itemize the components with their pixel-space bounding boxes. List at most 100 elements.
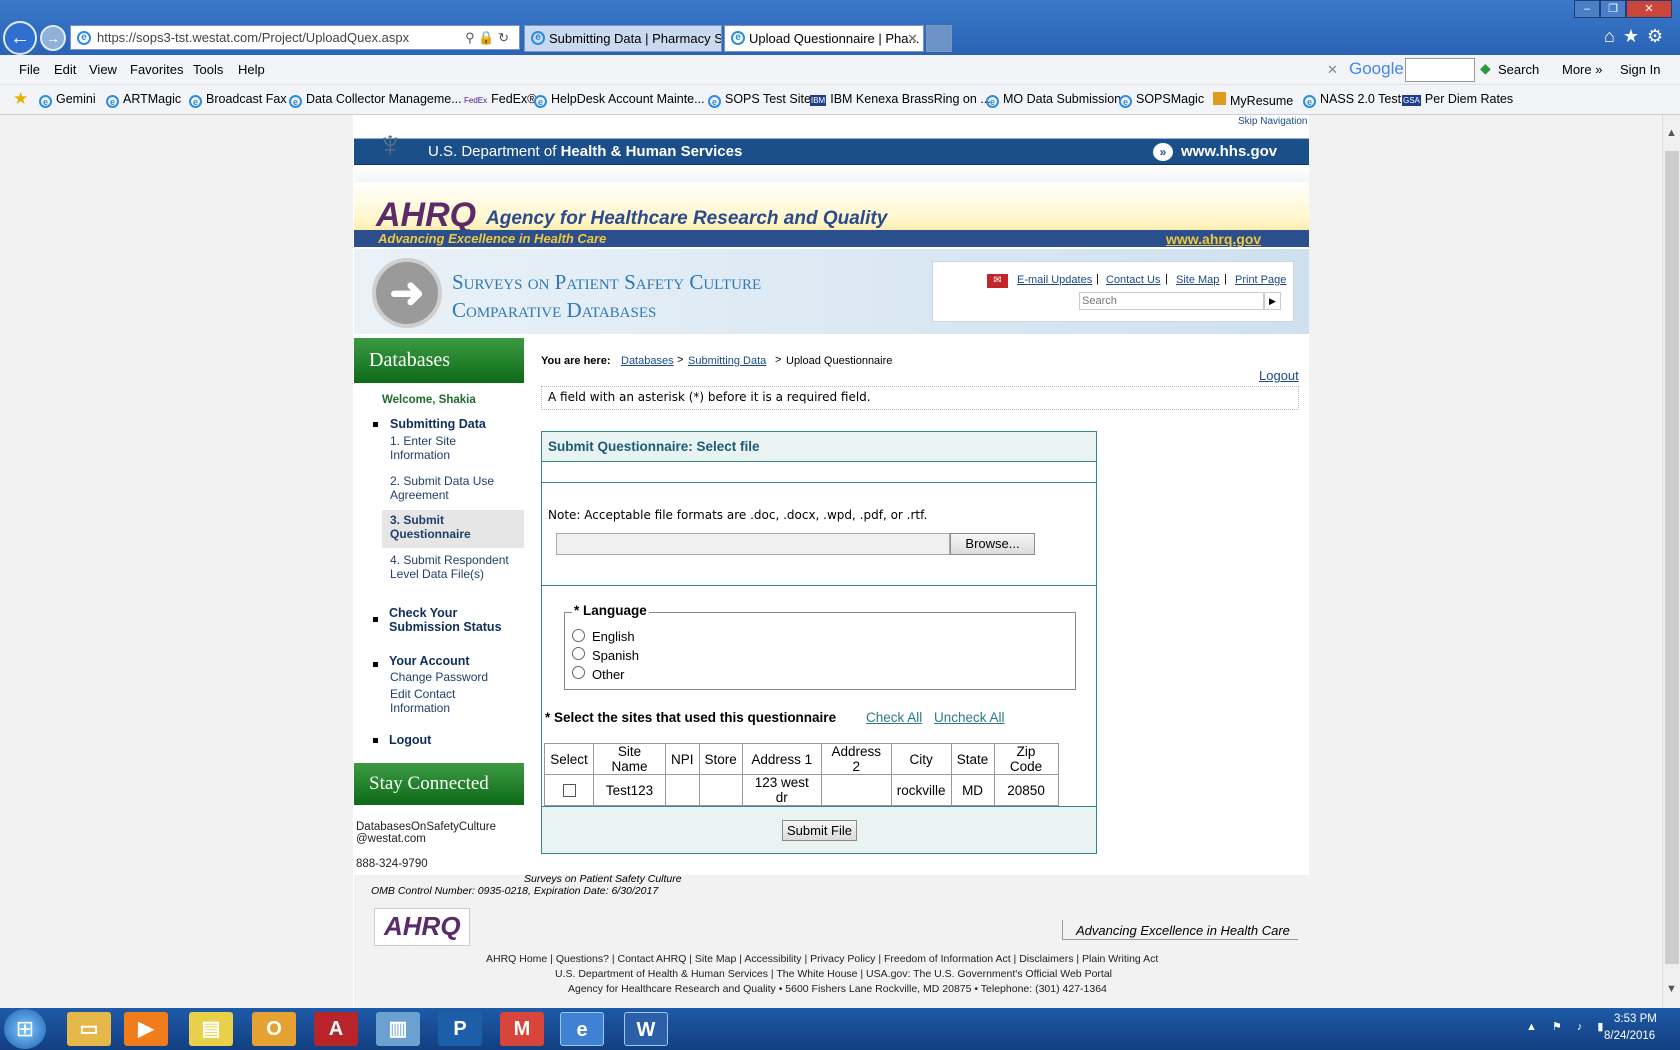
fedex-icon: FedEx <box>464 96 488 105</box>
fav-data-collector[interactable]: e Data Collector Manageme... <box>289 92 462 108</box>
sites-label: * Select the sites that used this questi… <box>545 710 837 725</box>
fav-sops-test-site[interactable]: e SOPS Test Site <box>708 92 811 108</box>
sidebar-your-account[interactable]: Your Account <box>389 654 470 668</box>
new-tab-button[interactable] <box>926 25 952 52</box>
contact-email-line2[interactable]: @westat.com <box>356 833 426 845</box>
sidebar-step-1[interactable]: 1. Enter Site Information <box>390 434 500 462</box>
fav-per-diem[interactable]: GSA Per Diem Rates <box>1402 92 1513 106</box>
fav-mo-data-submission[interactable]: e MO Data Submission <box>986 92 1121 108</box>
google-search-input[interactable] <box>1405 58 1475 82</box>
fav-broadcast-fax[interactable]: e Broadcast Fax <box>189 92 287 108</box>
acrobat-icon[interactable]: A <box>314 1012 358 1046</box>
fav-gemini[interactable]: e Gemini <box>39 92 96 108</box>
fav-nass[interactable]: e NASS 2.0 Test <box>1303 92 1401 108</box>
fav-myresume[interactable]: MyResume <box>1213 92 1293 108</box>
tab-upload-questionnaire[interactable]: e Upload Questionnaire | Pha... ✕ <box>724 25 924 52</box>
sidebar-step-2[interactable]: 2. Submit Data Use Agreement <box>390 474 500 502</box>
skip-navigation-link[interactable]: Skip Navigation <box>1238 116 1307 127</box>
contact-email-line1[interactable]: DatabasesOnSafetyCulture <box>356 821 496 833</box>
breadcrumb-submitting-data[interactable]: Submitting Data <box>688 355 766 367</box>
fav-sopsmagic[interactable]: e SOPSMagic <box>1119 92 1204 108</box>
publisher-icon[interactable]: P <box>438 1012 482 1046</box>
close-tab-icon[interactable]: ✕ <box>907 26 918 51</box>
ie-icon: e <box>189 95 202 108</box>
site-map-link[interactable]: Site Map <box>1176 274 1219 286</box>
browse-button[interactable]: Browse... <box>950 533 1035 555</box>
media-player-icon[interactable]: ▶ <box>124 1012 168 1046</box>
breadcrumb-databases[interactable]: Databases <box>621 355 674 367</box>
sidebar-step-4[interactable]: 4. Submit Respondent Level Data File(s) <box>390 553 520 581</box>
fav-artmagic[interactable]: e ARTMagic <box>106 92 181 108</box>
scroll-up-icon[interactable]: ▲ <box>1666 127 1677 139</box>
google-search-button[interactable]: Search <box>1498 62 1539 77</box>
file-explorer-icon[interactable]: ▭ <box>67 1012 111 1046</box>
ahrq-tagline: Advancing Excellence in Health Care <box>378 231 607 246</box>
print-page-link[interactable]: Print Page <box>1235 274 1286 286</box>
fav-helpdesk[interactable]: e HelpDesk Account Mainte... <box>534 92 705 108</box>
menu-tools[interactable]: Tools <box>193 62 223 77</box>
fav-label: MO Data Submission <box>1003 92 1122 106</box>
minimize-button[interactable]: – <box>1574 0 1600 18</box>
clock-time[interactable]: 3:53 PM <box>1614 1013 1657 1025</box>
menu-help[interactable]: Help <box>238 62 265 77</box>
radio-label-english: English <box>592 629 635 644</box>
scroll-thumb[interactable] <box>1665 151 1679 964</box>
clock-date[interactable]: 8/24/2016 <box>1604 1030 1655 1042</box>
footer-links-2[interactable]: U.S. Department of Health & Human Servic… <box>555 968 1112 980</box>
start-button[interactable]: ⊞ <box>4 1009 46 1049</box>
favorites-star-icon[interactable]: ★ <box>13 89 28 109</box>
forward-button[interactable]: → <box>40 25 66 51</box>
check-all-link[interactable]: Check All <box>866 710 922 725</box>
tab-submitting-data[interactable]: e Submitting Data | Pharmacy S... <box>524 25 722 52</box>
fav-ibm-kenexa[interactable]: IBM IBM Kenexa BrassRing on ... <box>810 92 991 106</box>
uncheck-all-link[interactable]: Uncheck All <box>934 710 1005 725</box>
home-star-gear-icons[interactable]: ⌂★⚙ <box>1604 26 1671 47</box>
logout-link[interactable]: Logout <box>1259 368 1299 383</box>
sticky-notes-icon[interactable]: ▤ <box>189 1012 233 1046</box>
hhs-url-link[interactable]: www.hhs.gov <box>1181 143 1277 160</box>
outlook-icon[interactable]: O <box>252 1012 296 1046</box>
maximize-button[interactable]: ❐ <box>1600 0 1626 18</box>
radio-other[interactable] <box>572 666 585 679</box>
panel-title: Submit Questionnaire: Select file <box>548 439 760 454</box>
fav-label: IBM Kenexa BrassRing on ... <box>830 92 991 106</box>
radio-spanish[interactable] <box>572 647 585 660</box>
file-path-input[interactable] <box>556 533 950 555</box>
radio-english[interactable] <box>572 629 585 642</box>
site-checkbox[interactable] <box>562 784 576 798</box>
notepad-icon[interactable]: ▥ <box>376 1012 420 1046</box>
menu-view[interactable]: View <box>89 62 117 77</box>
more-button[interactable]: More » <box>1562 62 1602 77</box>
address-bar[interactable]: e https://sops3-tst.westat.com/Project/U… <box>70 25 520 50</box>
contact-us-link[interactable]: Contact Us <box>1106 274 1160 286</box>
site-search-input[interactable] <box>1079 292 1264 310</box>
footer-links-1[interactable]: AHRQ Home | Questions? | Contact AHRQ | … <box>486 953 1158 965</box>
sidebar-change-password[interactable]: Change Password <box>390 670 488 684</box>
search-lock-refresh-icons[interactable]: ⚲ 🔒 ↻ <box>465 26 509 49</box>
close-window-button[interactable]: ✕ <box>1626 0 1672 18</box>
sign-in-button[interactable]: Sign In <box>1620 62 1660 77</box>
cell-zip: 20850 <box>993 774 1059 806</box>
close-toolbar-icon[interactable]: ✕ <box>1327 62 1338 78</box>
back-button[interactable]: ← <box>3 21 37 55</box>
system-tray-icons[interactable]: ▲ ⚑ ♪ ▮ <box>1526 1020 1609 1033</box>
sidebar-submitting-data[interactable]: Submitting Data <box>390 417 486 431</box>
menu-edit[interactable]: Edit <box>54 62 76 77</box>
menu-favorites[interactable]: Favorites <box>130 62 183 77</box>
sidebar-edit-contact[interactable]: Edit Contact Information <box>390 687 470 715</box>
sidebar-check-status[interactable]: Check Your Submission Status <box>389 606 509 634</box>
vertical-scrollbar[interactable]: ▲ ▼ <box>1662 115 1680 1008</box>
internet-explorer-icon[interactable]: e <box>560 1012 604 1046</box>
ahrq-url-link[interactable]: www.ahrq.gov <box>1166 231 1261 247</box>
scroll-down-icon[interactable]: ▼ <box>1666 983 1677 995</box>
menu-file[interactable]: File <box>19 62 40 77</box>
sidebar-step-3[interactable]: 3. Submit Questionnaire <box>390 513 500 541</box>
sidebar-logout[interactable]: Logout <box>389 733 431 747</box>
fav-fedex[interactable]: FedEx FedEx® <box>464 92 536 106</box>
word-icon[interactable]: W <box>624 1012 668 1046</box>
search-go-button[interactable]: ▶ <box>1264 292 1281 310</box>
table-row: Test123 123 west dr rockville MD 20850 <box>544 774 1059 806</box>
gmail-icon[interactable]: M <box>500 1012 544 1046</box>
submit-file-button[interactable]: Submit File <box>782 820 857 841</box>
email-updates-link[interactable]: E-mail Updates <box>1017 274 1092 286</box>
